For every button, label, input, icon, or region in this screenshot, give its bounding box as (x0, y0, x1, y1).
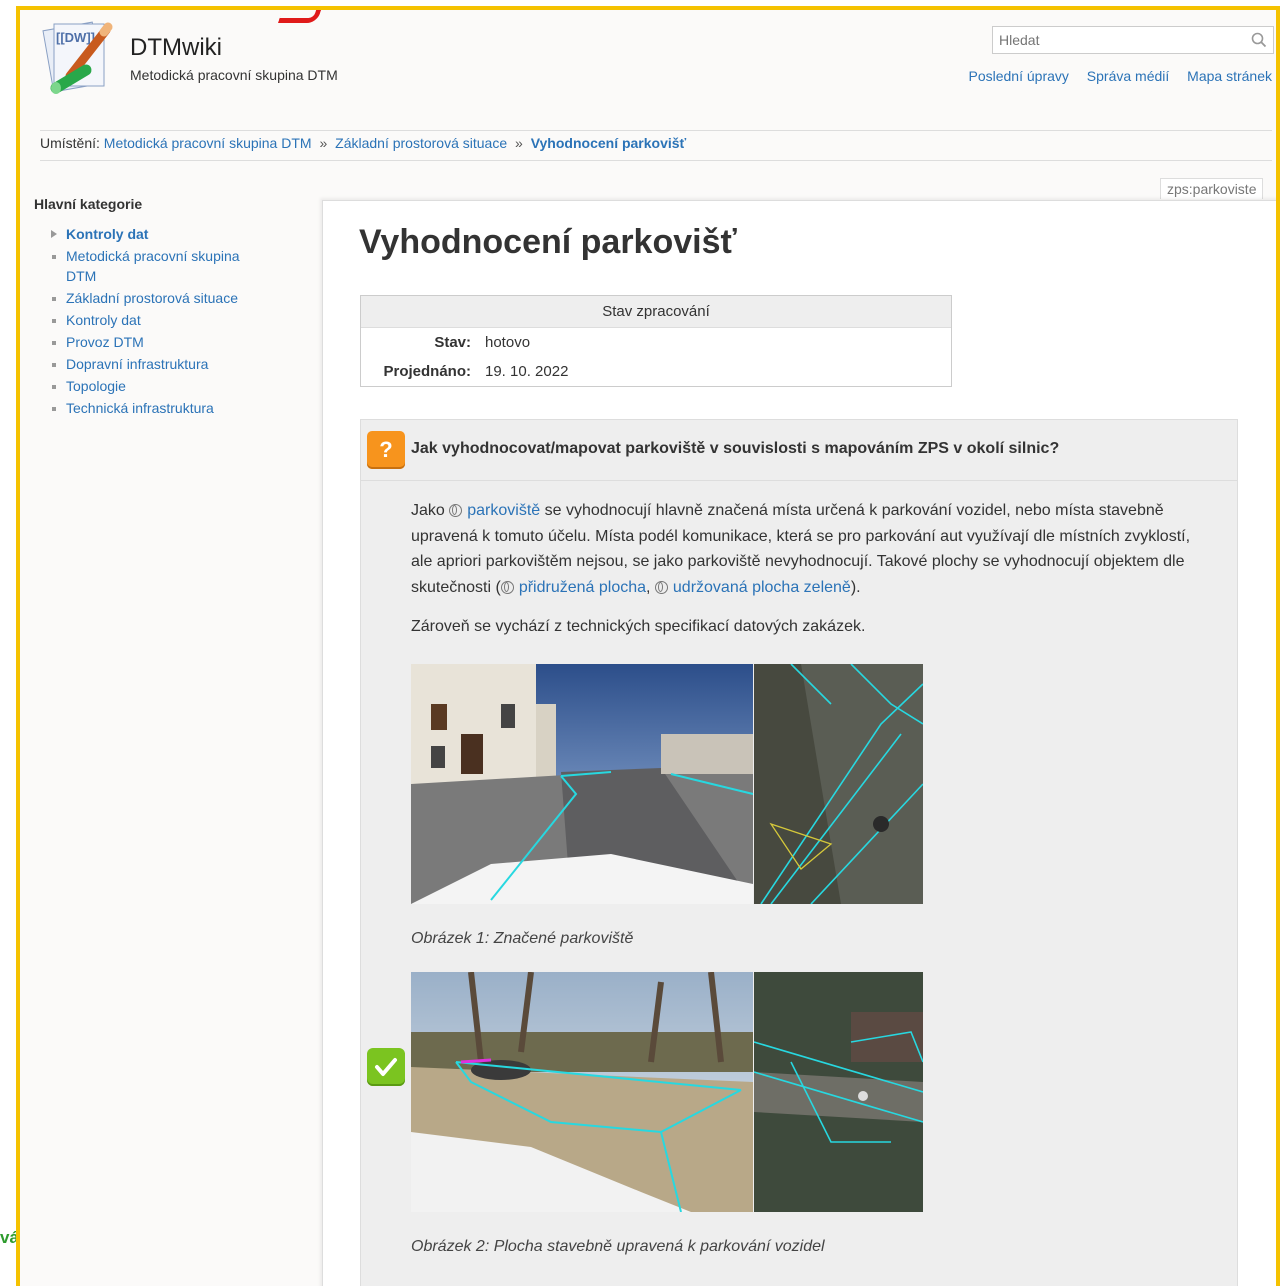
sidebar: Hlavní kategorie Kontroly dat Metodická … (34, 196, 284, 420)
breadcrumb-label: Umístění: (40, 135, 100, 151)
search-box (992, 26, 1274, 54)
breadcrumb-item-current[interactable]: Vyhodnocení parkovišť (531, 135, 687, 151)
breadcrumb-item-zps[interactable]: Základní prostorová situace (335, 135, 507, 151)
breadcrumb: Umístění: Metodická pracovní skupina DTM… (40, 135, 686, 151)
sidebar-link[interactable]: Základní prostorová situace (66, 290, 238, 306)
status-value: hotovo (485, 334, 531, 351)
status-table-header: Stav zpracování (361, 296, 951, 328)
sidebar-item-topologie: Topologie (52, 376, 284, 396)
question-icon: ? (367, 431, 405, 469)
link-udrzovana-plocha[interactable]: udržovaná plocha zeleně (673, 579, 851, 596)
status-table: Stav zpracování Stav: hotovo Projednáno:… (360, 295, 952, 387)
search-icon[interactable] (1251, 32, 1267, 48)
sidebar-item-provoz: Provoz DTM (52, 332, 284, 352)
site-tools: Poslední úpravy Správa médií Mapa stráne… (955, 68, 1273, 84)
status-key: Projednáno: (383, 363, 471, 380)
logo-text: [[DW]] (56, 30, 95, 45)
sidebar-link[interactable]: Technická infrastruktura (66, 400, 214, 416)
site-subtitle: Metodická pracovní skupina DTM (130, 67, 338, 83)
page-title: Vyhodnocení parkovišť (359, 223, 737, 261)
status-row: Projednáno: 19. 10. 2022 (361, 357, 951, 386)
sidebar-link[interactable]: Topologie (66, 378, 126, 394)
breadcrumb-separator: » (319, 135, 328, 151)
figure-1-image[interactable] (411, 664, 923, 904)
site-title[interactable]: DTMwiki (130, 34, 222, 62)
tool-recent-changes[interactable]: Poslední úpravy (969, 68, 1069, 84)
globe-icon (654, 580, 668, 594)
sidebar-item-metodicka: Metodická pracovní skupina DTM (52, 246, 266, 286)
sidebar-link[interactable]: Metodická pracovní skupina DTM (66, 248, 240, 284)
faq-box: ? Jak vyhodnocovat/mapovat parkoviště v … (360, 419, 1238, 1286)
tool-media-manager[interactable]: Správa médií (1087, 68, 1169, 84)
figure-2-caption: Obrázek 2: Plocha stavebně upravená k pa… (411, 1238, 825, 1255)
figure-2-image[interactable] (411, 972, 923, 1212)
sidebar-link[interactable]: Kontroly dat (66, 226, 148, 242)
status-value: 19. 10. 2022 (485, 363, 569, 380)
status-row: Stav: hotovo (361, 328, 951, 357)
divider (40, 130, 1272, 131)
divider (40, 160, 1272, 161)
sidebar-item-technicka: Technická infrastruktura (52, 398, 284, 418)
faq-question: Jak vyhodnocovat/mapovat parkoviště v so… (411, 440, 1060, 457)
page-content: Vyhodnocení parkovišť Stav zpracování St… (322, 200, 1276, 1286)
sidebar-link[interactable]: Dopravní infrastruktura (66, 356, 208, 372)
sidebar-item-dopravni: Dopravní infrastruktura (52, 354, 284, 374)
sidebar-item-kontroly-dat: Kontroly dat (52, 310, 284, 330)
globe-icon (500, 580, 514, 594)
breadcrumb-separator: » (515, 135, 523, 151)
sidebar-heading: Hlavní kategorie (34, 196, 143, 212)
link-pridruzena-plocha[interactable]: přidružená plocha (519, 579, 646, 596)
tool-sitemap[interactable]: Mapa stránek (1187, 68, 1272, 84)
sidebar-item-kontroly-dat-active: Kontroly dat (51, 224, 284, 244)
faq-paragraph-2: Zároveň se vychází z technických specifi… (411, 618, 866, 635)
sidebar-link[interactable]: Kontroly dat (66, 312, 141, 328)
globe-icon (449, 504, 463, 517)
faq-paragraph: Jako parkoviště se vyhodnocují hlavně zn… (411, 498, 1201, 600)
link-parkoviste[interactable]: parkoviště (467, 502, 540, 519)
text: ). (850, 578, 861, 596)
text: , (646, 578, 655, 596)
red-annotation-mark (277, 10, 326, 23)
sidebar-link[interactable]: Provoz DTM (66, 334, 144, 350)
check-icon (367, 1048, 405, 1086)
search-input[interactable] (993, 27, 1245, 53)
status-key: Stav: (434, 334, 471, 351)
text: Jako (411, 502, 450, 519)
figure-1-caption: Obrázek 1: Značené parkoviště (411, 930, 634, 947)
sidebar-item-zps: Základní prostorová situace (52, 288, 284, 308)
page-id-tab: zps:parkoviste (1160, 178, 1264, 199)
site-logo[interactable]: [[DW]] (34, 16, 120, 102)
breadcrumb-item-skupina[interactable]: Metodická pracovní skupina DTM (104, 135, 312, 151)
browser-frame: [[DW]] DTMwiki Metodická pracovní skupin… (16, 6, 1280, 1286)
